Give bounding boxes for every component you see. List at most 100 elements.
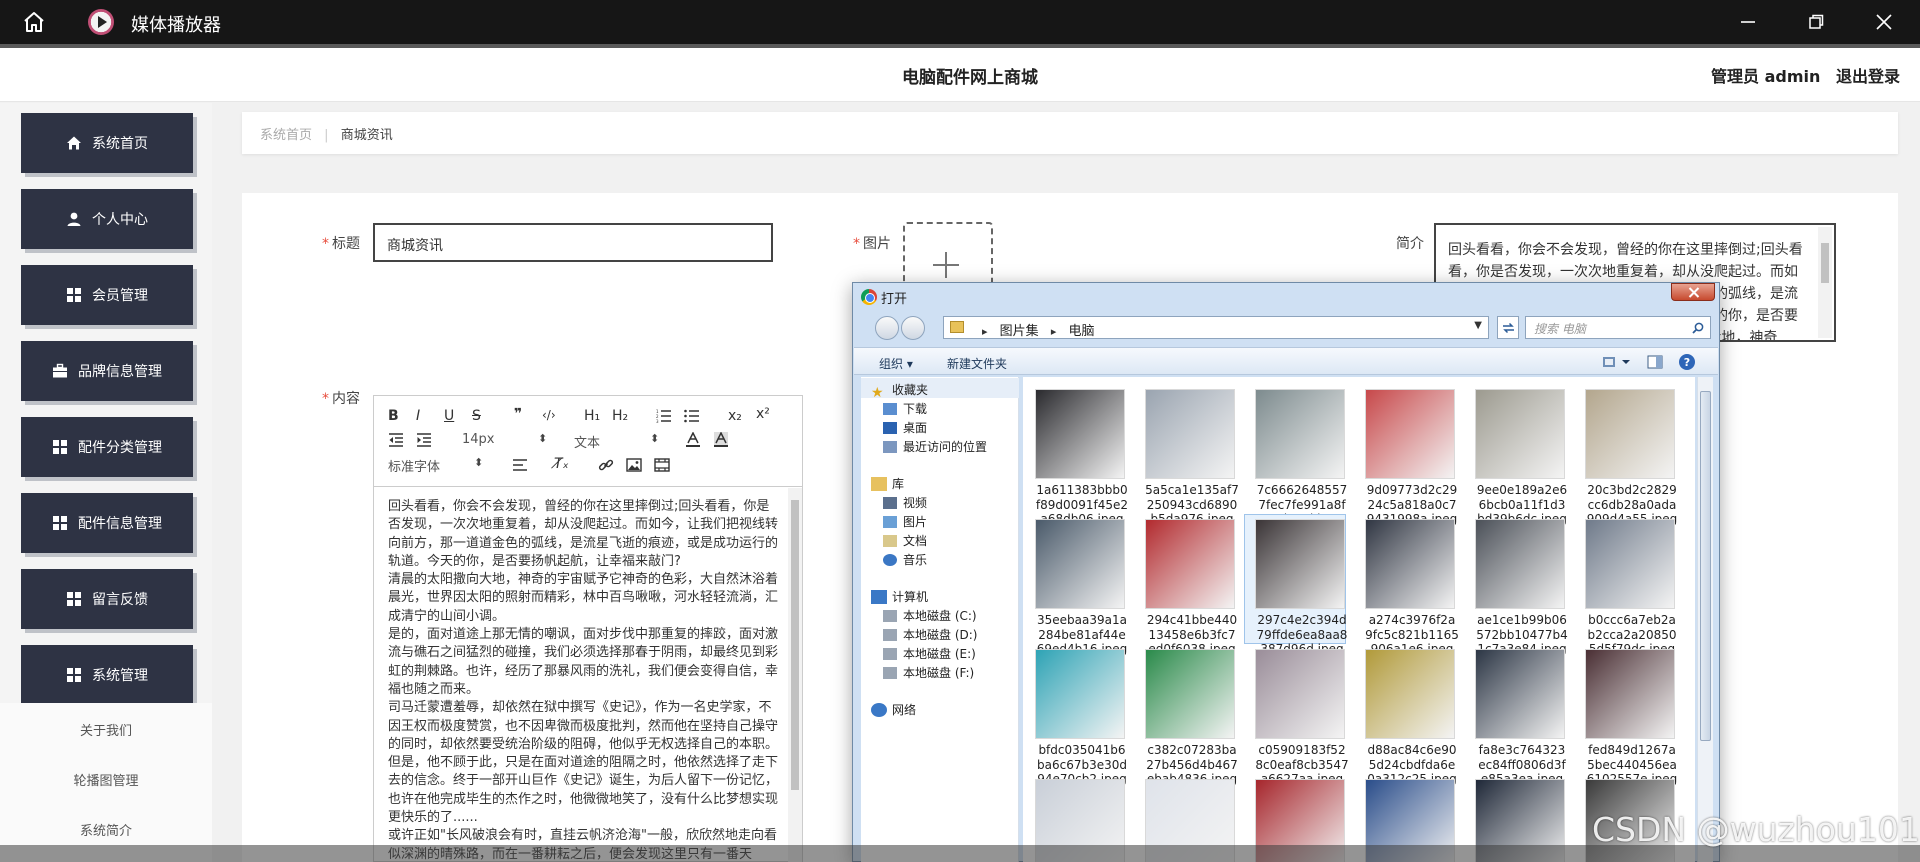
nav-library[interactable]: 库 [871,475,904,492]
home-icon[interactable] [22,10,46,34]
chevron-down-icon[interactable]: ▼ [1474,320,1482,331]
file-item[interactable]: 9ee0e189a2e66bcb0a11f1d3bd39b6dc.jpeg [1465,385,1567,526]
view-options-icon[interactable] [1602,355,1632,369]
file-item[interactable]: 5a5ca1e135af7250943cd6890b5da976.jpeg [1135,385,1239,526]
sidebar-subitem-about[interactable]: 关于我们 [0,720,212,739]
underline-button[interactable]: U [444,408,454,424]
font-family-select[interactable]: 标准字体 [388,456,440,475]
sidebar-item-profile[interactable]: 个人中心 [21,189,193,249]
close-icon[interactable] [1874,12,1894,32]
sidebar-item-feedback[interactable]: 留言反馈 [21,569,193,629]
editor-content[interactable]: 回头看看，你会不会发现，曾经的你在这里摔倒过;回头看看，你是否发现，一次次地重复… [388,498,778,862]
block-type-select[interactable]: 文本 [574,432,600,451]
nav-drive-e[interactable]: 本地磁盘 (E:) [883,645,976,662]
video-icon[interactable] [654,458,670,472]
minimize-icon[interactable] [1738,12,1758,32]
file-item[interactable]: d88ac84c6e905d24cbdfda6e0a312c25.jpeg [1355,645,1457,786]
subscript-button[interactable]: x₂ [728,408,742,424]
file-item[interactable]: b0ccc6a7eb2ab2cca2a208505d5f79dc.jpeg [1575,515,1676,656]
sidebar-item-categories[interactable]: 配件分类管理 [21,417,193,477]
bold-button[interactable]: B [388,408,399,424]
sidebar-subitem-carousel[interactable]: 轮播图管理 [0,770,212,789]
nav-desktop[interactable]: 桌面 [883,419,927,436]
ordered-list-icon[interactable]: 123 [656,409,672,423]
nav-pictures[interactable]: 图片 [883,513,927,530]
background-color-icon[interactable] [714,432,728,447]
file-item[interactable]: bfdc035041b6ba6c67b3e30d94e70cb2.jpeg [1025,645,1127,786]
strike-button[interactable]: S [472,408,481,424]
sidebar: 系统首页 个人中心 会员管理 品牌信息管理 配件分类管理 配件信息管理 留言反馈… [0,103,212,862]
path-segment[interactable]: 图片集 [1000,324,1039,339]
code-button[interactable]: ‹/› [542,408,556,422]
grid-icon [67,592,81,606]
new-folder-button[interactable]: 新建文件夹 [947,355,1007,372]
nav-drive-f[interactable]: 本地磁盘 (F:) [883,664,974,681]
refresh-button[interactable] [1497,316,1519,339]
file-item[interactable]: c382c07283ba27b456d4b467ebab4836.jpeg [1135,645,1238,786]
dialog-search-input[interactable]: 搜索 电脑 [1525,316,1711,339]
image-icon[interactable] [626,458,642,472]
file-item[interactable]: 7c66626485577fec7fe991a8f823bc0d.jpeg [1245,385,1347,526]
italic-button[interactable]: I [416,408,420,424]
editor-paragraph: 回头看看，你会不会发现，曾经的你在这里摔倒过;回头看看，你是否发现，一次次地重复… [388,499,779,569]
nav-network[interactable]: 网络 [871,701,916,718]
clear-format-icon[interactable]: T̸ₓ [554,456,569,472]
address-bar[interactable]: ▸ 图片集 ▸ 电脑 ▼ [943,316,1489,339]
logout-link[interactable]: 退出登录 [1836,67,1900,86]
forward-button[interactable] [901,316,925,340]
h2-button[interactable]: H₂ [612,408,628,424]
sidebar-item-brands[interactable]: 品牌信息管理 [21,341,193,401]
nav-favorites[interactable]: ★ 收藏夹 [871,381,928,400]
help-icon[interactable]: ? [1678,353,1696,371]
nav-documents[interactable]: 文档 [883,532,927,549]
intro-scrollbar[interactable] [1818,227,1832,338]
nav-downloads[interactable]: 下载 [883,400,927,417]
indent-icon[interactable] [416,433,432,447]
nav-recent[interactable]: 最近访问的位置 [883,438,987,455]
sidebar-item-label: 系统首页 [92,136,148,152]
file-item[interactable]: a274c3976f2a9fc5c821b1165906a1e6.jpeg [1355,515,1459,656]
user-icon [67,212,81,226]
align-icon[interactable] [512,458,528,472]
nav-music[interactable]: 音乐 [883,551,927,568]
nav-videos[interactable]: 视频 [883,494,927,511]
link-icon[interactable] [598,457,614,473]
network-icon [871,703,887,717]
breadcrumb-home[interactable]: 系统首页 [260,128,312,143]
file-item[interactable]: ae1ce1b99b06572bb10477b41c7a3e84.jpeg [1465,515,1568,656]
file-item[interactable]: fed849d1267a5bec440456ea6102557e.jpeg [1575,645,1677,786]
preview-pane-icon[interactable] [1647,354,1663,370]
superscript-button[interactable]: x² [756,406,770,422]
text-color-icon[interactable] [686,432,700,447]
organize-menu[interactable]: 组织 ▾ [879,355,913,372]
quote-button[interactable]: ❞ [514,406,522,422]
sidebar-item-parts[interactable]: 配件信息管理 [21,493,193,553]
h1-button[interactable]: H₁ [584,408,600,424]
dialog-file-scrollbar[interactable] [1697,377,1713,862]
sidebar-subitem-intro[interactable]: 系统简介 [0,820,212,839]
sidebar-item-members[interactable]: 会员管理 [21,265,193,325]
title-input[interactable]: 商城资讯 [373,223,773,262]
outdent-icon[interactable] [388,433,404,447]
restore-icon[interactable] [1806,12,1826,32]
sidebar-item-home[interactable]: 系统首页 [21,113,193,173]
file-item[interactable]: 35eebaa39a1a284be81af44e69ed4b16.jpeg [1025,515,1127,656]
file-item[interactable]: fa8e3c764323ec84ff0806d3fe85a3ea.jpeg [1465,645,1566,786]
file-item[interactable]: 297c4e2c394d79ffde6ea8aa8387d96d.jpeg [1244,514,1347,656]
file-item[interactable]: c05909183f528c0eaf8cb3547a6627aa.jpeg [1245,645,1349,786]
dialog-close-button[interactable] [1671,283,1715,301]
file-item[interactable]: 20c3bd2c2829cc6db28a0ada909d4a55.jpeg [1575,385,1677,526]
editor-scrollbar[interactable] [788,488,802,862]
nav-drive-d[interactable]: 本地磁盘 (D:) [883,626,977,643]
chevron-updown-icon: ⬍ [650,432,660,445]
file-item[interactable]: 9d09773d2c2924c5a818a0c79431998a.jpeg [1355,385,1457,526]
back-button[interactable] [875,316,899,340]
nav-computer[interactable]: 计算机 [871,588,928,605]
path-segment[interactable]: 电脑 [1069,324,1095,339]
bullet-list-icon[interactable] [684,409,700,423]
file-item[interactable]: 294c41bbe44013458e6b3fc7ed0f6038.jpeg [1135,515,1237,656]
nav-drive-c[interactable]: 本地磁盘 (C:) [883,607,977,624]
sidebar-item-system[interactable]: 系统管理 [21,645,193,705]
file-item[interactable]: 1a611383bbb0f89d0091f45e2a68db06.jpeg [1025,385,1128,526]
font-size-select[interactable]: 14px [462,432,495,447]
